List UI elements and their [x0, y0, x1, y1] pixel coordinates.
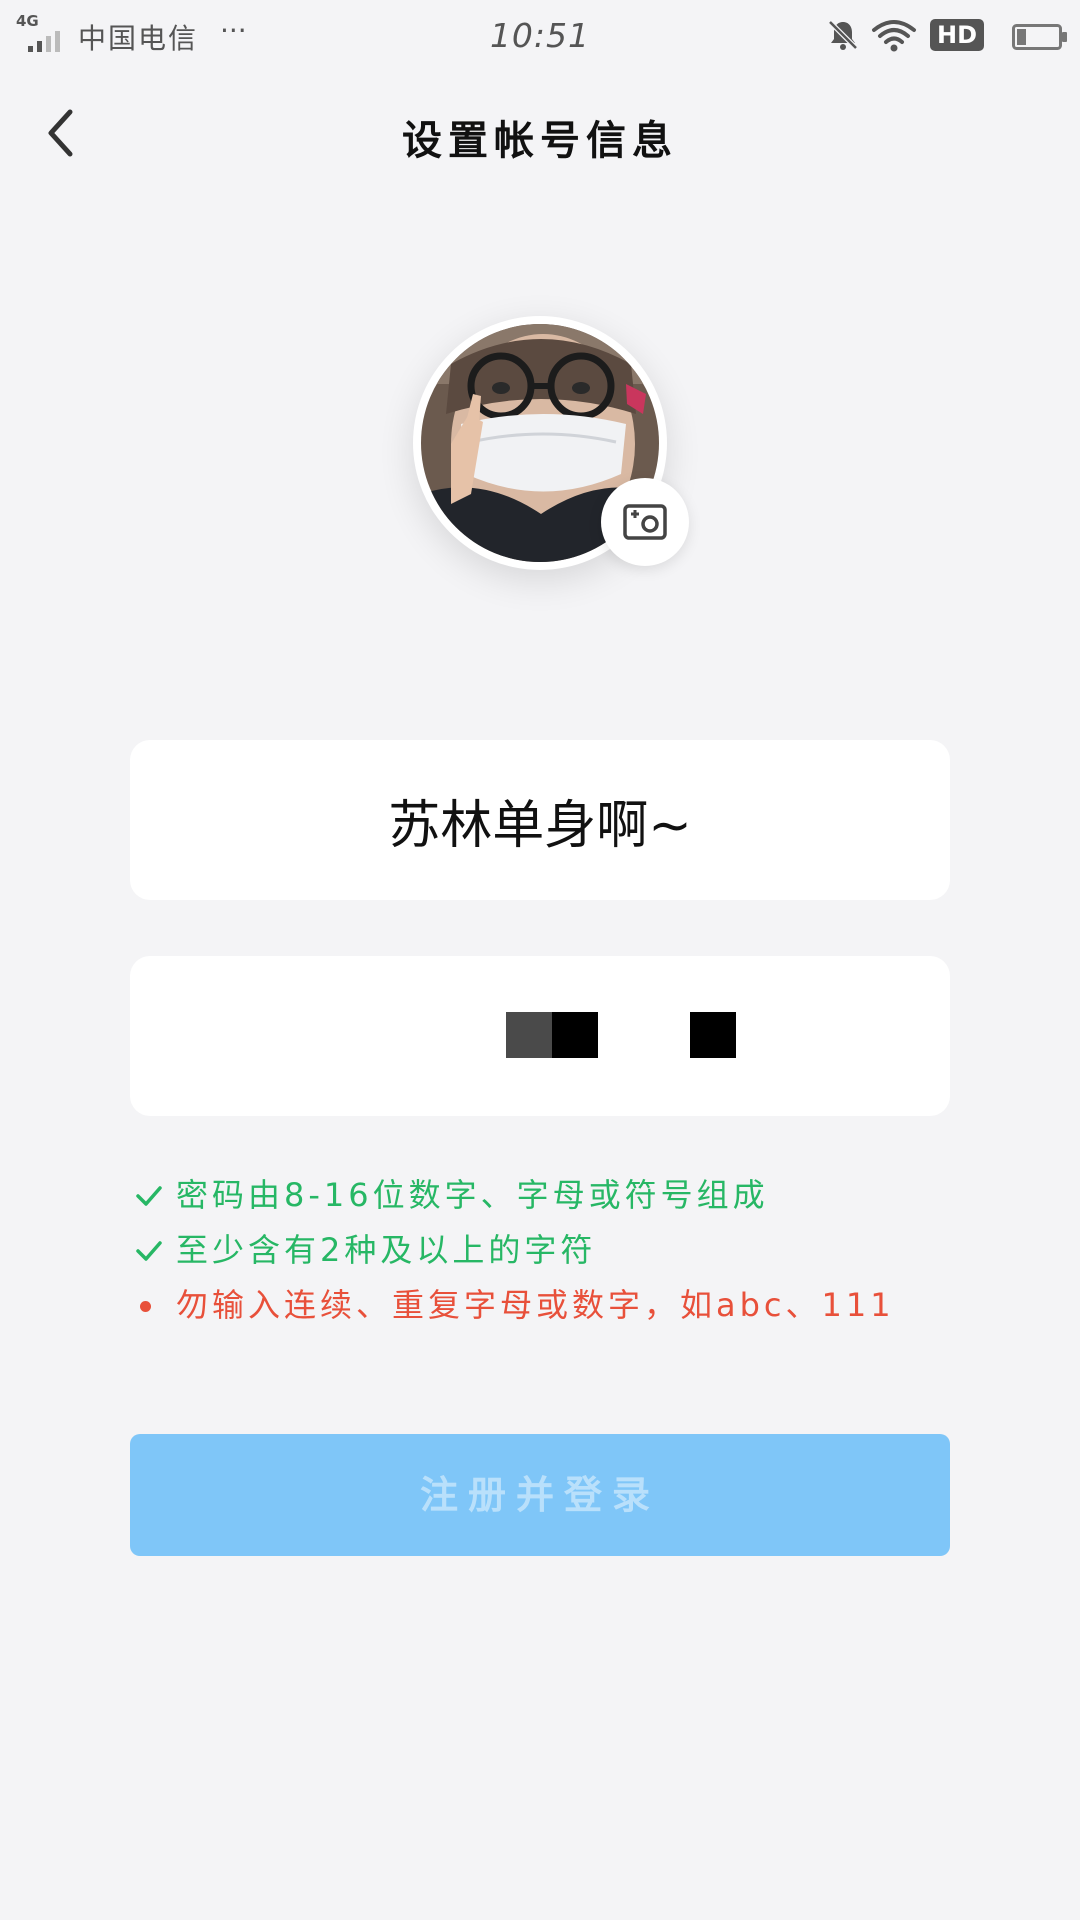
register-login-button[interactable]: 注册并登录: [130, 1434, 950, 1556]
wifi-icon: [872, 20, 916, 52]
clock: 10:51: [489, 16, 591, 55]
battery-icon: [1012, 24, 1067, 50]
password-input[interactable]: [130, 956, 950, 1116]
page-title: 设置帐号信息: [402, 118, 678, 164]
camera-add-icon: [623, 504, 667, 540]
dot-icon: [140, 1301, 151, 1312]
status-bar: 4G 中国电信 ··· 10:51 HD: [0, 0, 1080, 72]
rule-length: 密码由8-16位数字、字母或符号组成: [134, 1168, 994, 1223]
rule-no-sequence: 勿输入连续、重复字母或数字，如abc、111: [134, 1278, 994, 1333]
rule-text: 至少含有2种及以上的字符: [176, 1231, 597, 1269]
password-mask-block: [506, 1012, 552, 1058]
hd-badge: HD: [930, 19, 984, 51]
screen: 4G 中国电信 ··· 10:51 HD 设置帐号信息 苏林单身啊~ 密码由8-…: [0, 0, 1080, 1920]
rule-char-types: 至少含有2种及以上的字符: [134, 1223, 994, 1278]
check-icon: [136, 1241, 162, 1261]
bell-muted-icon: [828, 20, 858, 50]
header: 设置帐号信息: [0, 90, 1080, 176]
nickname-input[interactable]: [130, 740, 950, 900]
password-mask-block: [552, 1012, 598, 1058]
rule-text: 密码由8-16位数字、字母或符号组成: [176, 1176, 769, 1214]
password-mask-block: [690, 1012, 736, 1058]
password-rules: 密码由8-16位数字、字母或符号组成 至少含有2种及以上的字符 勿输入连续、重复…: [134, 1168, 994, 1333]
rule-text: 勿输入连续、重复字母或数字，如abc、111: [176, 1286, 895, 1324]
change-avatar-button[interactable]: [601, 478, 689, 566]
check-icon: [136, 1186, 162, 1206]
